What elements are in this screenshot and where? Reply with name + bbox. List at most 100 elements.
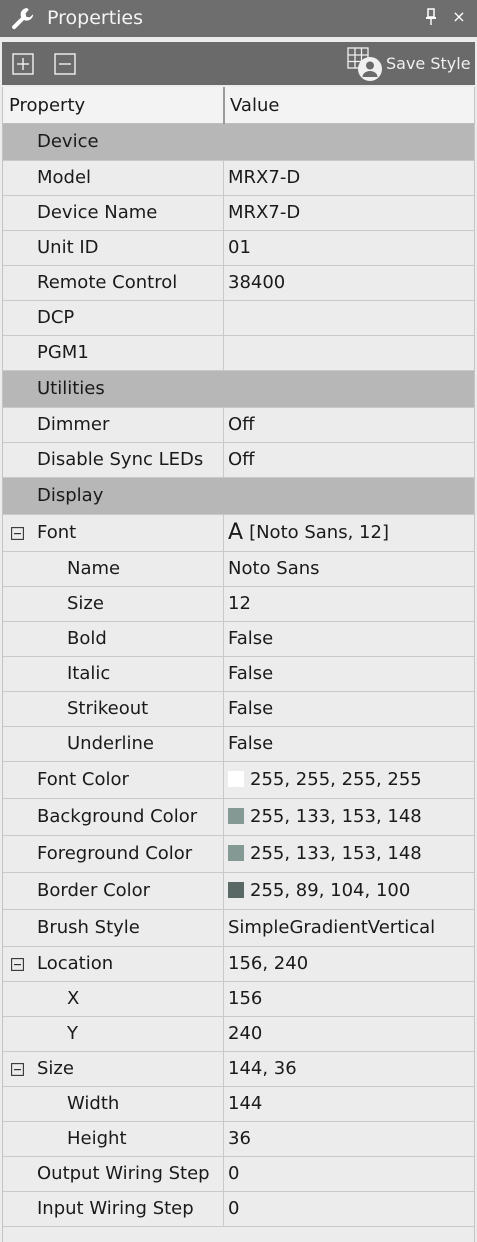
property-row[interactable]: Strikeout False	[3, 692, 474, 727]
category-row[interactable]: Device	[3, 124, 474, 161]
category-row[interactable]: Utilities	[3, 371, 474, 408]
property-row[interactable]: Bold False	[3, 622, 474, 657]
property-name: Output Wiring Step	[37, 1163, 210, 1184]
cell-divider	[223, 1157, 224, 1191]
property-row[interactable]: Dimmer Off	[3, 408, 474, 443]
header-value[interactable]: Value	[230, 87, 279, 124]
property-row[interactable]: Unit ID 01	[3, 231, 474, 266]
close-icon[interactable]: ×	[452, 8, 466, 26]
property-name: Brush Style	[37, 917, 140, 938]
column-splitter[interactable]	[223, 87, 225, 124]
property-row[interactable]: Border Color 255, 89, 104, 100	[3, 873, 474, 910]
property-row[interactable]: Italic False	[3, 657, 474, 692]
property-value[interactable]: 144	[228, 1087, 262, 1121]
save-style-button[interactable]: Save Style	[346, 46, 472, 82]
cell-divider	[223, 1017, 224, 1051]
window-title: Properties	[47, 7, 144, 29]
color-swatch	[228, 808, 244, 824]
property-row[interactable]: Name Noto Sans	[3, 552, 474, 587]
property-row[interactable]: Background Color 255, 133, 153, 148	[3, 799, 474, 836]
cell-divider	[223, 231, 224, 265]
collapse-all-button[interactable]	[54, 53, 76, 75]
property-name: Name	[67, 558, 121, 579]
property-row[interactable]: PGM1	[3, 336, 474, 371]
property-value[interactable]: A [Noto Sans, 12]	[228, 515, 389, 551]
cell-divider	[223, 196, 224, 230]
property-name: Bold	[67, 628, 107, 649]
property-value[interactable]: Off	[228, 443, 255, 477]
group-row[interactable]: Location 156, 240	[3, 947, 474, 982]
grid-user-icon	[347, 47, 382, 81]
property-value[interactable]: 38400	[228, 266, 285, 300]
property-value[interactable]: 144, 36	[228, 1052, 297, 1086]
cell-divider	[223, 587, 224, 621]
property-value[interactable]: 36	[228, 1122, 251, 1156]
property-value[interactable]: 01	[228, 231, 251, 265]
property-row[interactable]: Output Wiring Step 0	[3, 1157, 474, 1192]
property-value[interactable]: Off	[228, 408, 255, 442]
property-value[interactable]: 240	[228, 1017, 262, 1051]
cell-divider	[223, 1122, 224, 1156]
minus-square-icon[interactable]	[11, 958, 24, 971]
property-row[interactable]: Input Wiring Step 0	[3, 1192, 474, 1227]
property-row[interactable]: Foreground Color 255, 133, 153, 148	[3, 836, 474, 873]
property-name: Dimmer	[37, 414, 110, 435]
property-value[interactable]: 12	[228, 587, 251, 621]
cell-divider	[223, 336, 224, 370]
property-value[interactable]: 0	[228, 1157, 239, 1191]
property-row[interactable]: Underline False	[3, 727, 474, 762]
property-row[interactable]: Remote Control 38400	[3, 266, 474, 301]
pin-icon[interactable]	[424, 8, 438, 26]
property-value[interactable]: False	[228, 692, 273, 726]
group-row[interactable]: Size 144, 36	[3, 1052, 474, 1087]
cell-divider	[223, 727, 224, 761]
window-titlebar: Properties ×	[0, 0, 477, 37]
cell-divider	[223, 552, 224, 586]
property-value[interactable]: False	[228, 727, 273, 761]
cell-divider	[223, 799, 224, 835]
cell-divider	[223, 982, 224, 1016]
cell-divider	[223, 301, 224, 335]
property-value[interactable]: 255, 255, 255, 255	[228, 762, 422, 798]
property-row[interactable]: Height 36	[3, 1122, 474, 1157]
property-value[interactable]: SimpleGradientVertical	[228, 910, 435, 946]
cell-divider	[223, 1192, 224, 1226]
minus-square-icon[interactable]	[11, 527, 24, 540]
category-row[interactable]: Display	[3, 478, 474, 515]
property-name: Strikeout	[67, 698, 149, 719]
property-value[interactable]: MRX7-D	[228, 161, 300, 195]
property-value[interactable]: False	[228, 622, 273, 656]
property-row[interactable]: Size 12	[3, 587, 474, 622]
property-value[interactable]: MRX7-D	[228, 196, 300, 230]
property-value[interactable]: Noto Sans	[228, 552, 320, 586]
cell-divider	[223, 1052, 224, 1086]
minus-square-icon[interactable]	[11, 1063, 24, 1076]
property-row[interactable]: DCP	[3, 301, 474, 336]
property-name: Device Name	[37, 202, 158, 223]
property-name: Utilities	[37, 378, 105, 399]
property-value[interactable]: 156	[228, 982, 262, 1016]
property-row[interactable]: Brush Style SimpleGradientVertical	[3, 910, 474, 947]
property-value[interactable]: False	[228, 657, 273, 691]
property-name: Size	[67, 593, 104, 614]
expand-all-button[interactable]	[12, 53, 34, 75]
property-value[interactable]: 255, 133, 153, 148	[228, 799, 422, 835]
group-row[interactable]: Font A [Noto Sans, 12]	[3, 515, 474, 552]
property-row[interactable]: Width 144	[3, 1087, 474, 1122]
property-value[interactable]: 0	[228, 1192, 239, 1226]
property-name: Y	[67, 1023, 78, 1044]
property-name: DCP	[37, 307, 75, 328]
property-name: Unit ID	[37, 237, 99, 258]
property-row[interactable]: X 156	[3, 982, 474, 1017]
cell-divider	[223, 692, 224, 726]
property-value[interactable]: 156, 240	[228, 947, 308, 981]
property-value[interactable]: 255, 133, 153, 148	[228, 836, 422, 872]
header-property[interactable]: Property	[9, 87, 85, 124]
property-value[interactable]: 255, 89, 104, 100	[228, 873, 410, 909]
property-row[interactable]: Device Name MRX7-D	[3, 196, 474, 231]
property-row[interactable]: Model MRX7-D	[3, 161, 474, 196]
property-row[interactable]: Font Color 255, 255, 255, 255	[3, 762, 474, 799]
property-name: Width	[67, 1093, 120, 1114]
property-row[interactable]: Disable Sync LEDs Off	[3, 443, 474, 478]
property-row[interactable]: Y 240	[3, 1017, 474, 1052]
